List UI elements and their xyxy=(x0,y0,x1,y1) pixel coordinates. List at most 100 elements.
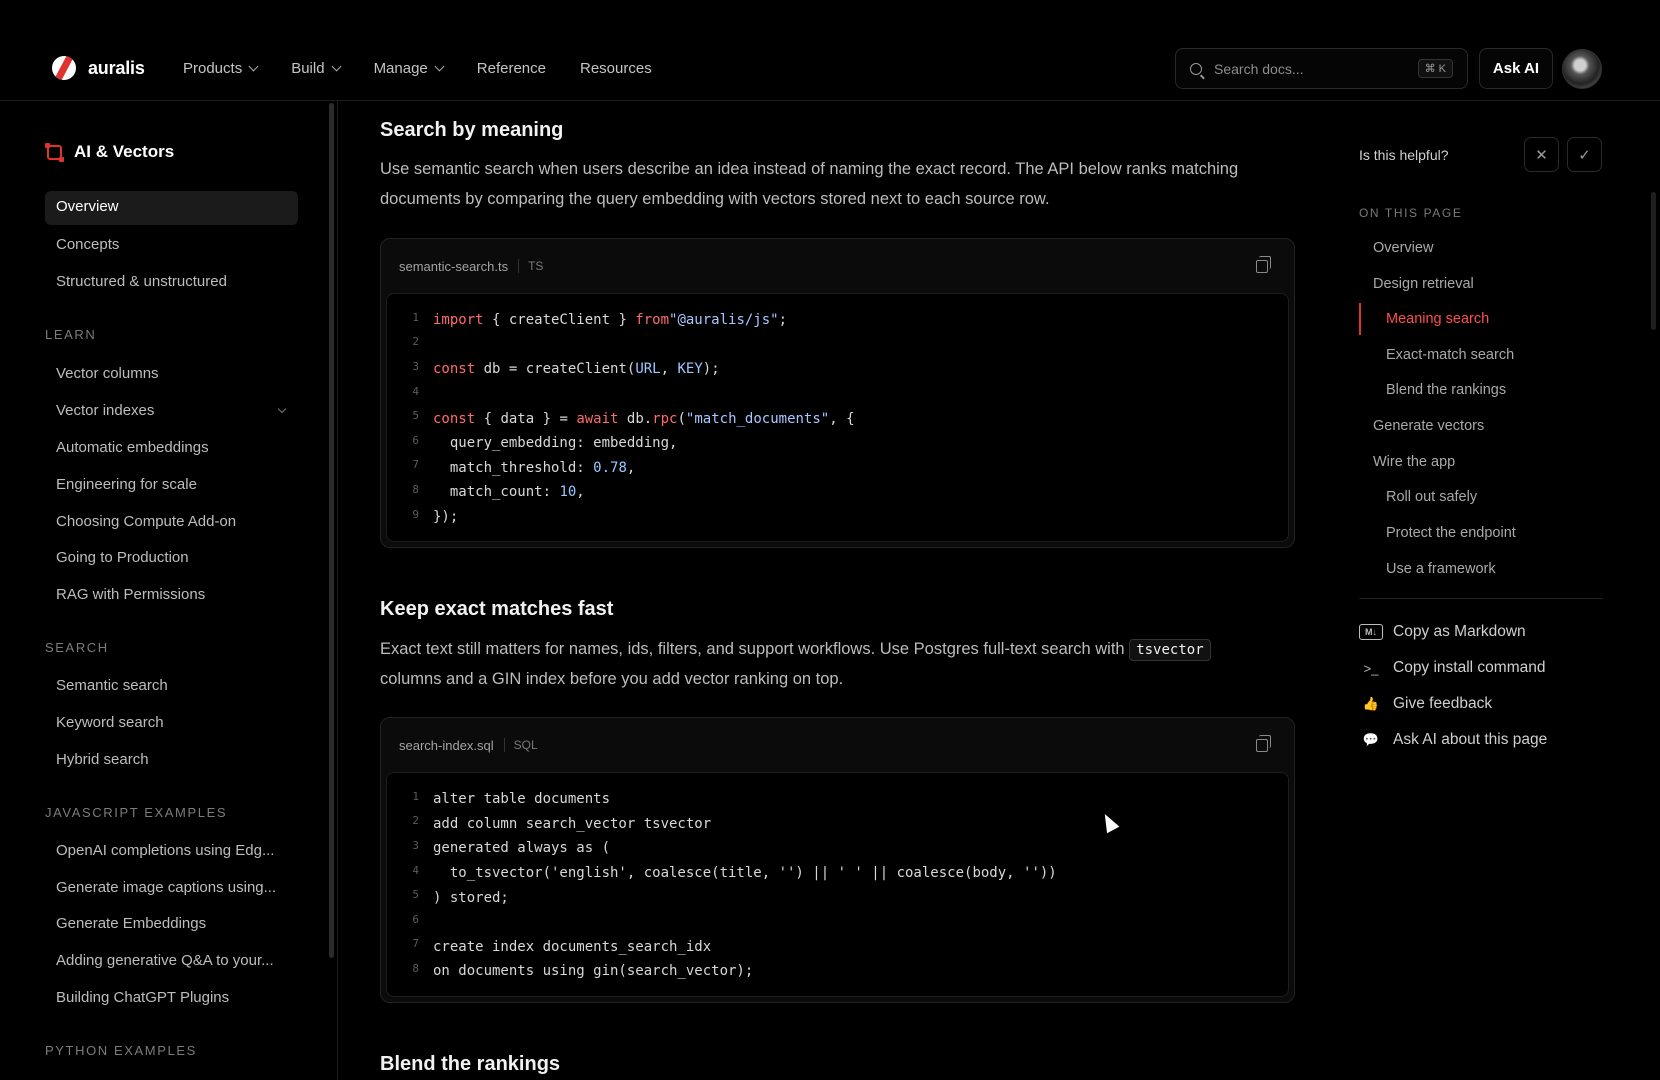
line-number: 6 xyxy=(412,912,419,926)
code-filename: semantic-search.ts xyxy=(399,258,509,274)
inline-code-tsvector: tsvector xyxy=(1129,639,1211,661)
code-filename: search-index.sql xyxy=(399,737,494,753)
paragraph-semantic: Use semantic search when users describe … xyxy=(380,160,1239,208)
sidebar-section-python: PYTHON EXAMPLES xyxy=(45,1043,197,1058)
toc-exact-match-search[interactable]: Exact-match search xyxy=(1386,347,1514,363)
sidebar-item-generative-qa[interactable]: Adding generative Q&A to your... xyxy=(56,952,274,969)
line-number: 8 xyxy=(412,961,419,975)
toc-meaning-search[interactable]: Meaning search xyxy=(1386,311,1489,327)
markdown-icon: M↓ xyxy=(1359,624,1383,640)
ask-ai-button[interactable]: Ask AI xyxy=(1479,48,1553,89)
brand-logo[interactable]: auralis xyxy=(52,56,145,80)
code-line: 7 create index documents_search_idx xyxy=(387,935,1288,960)
toc-overview[interactable]: Overview xyxy=(1373,240,1433,256)
code-line: 3 generated always as ( xyxy=(387,836,1288,861)
line-number: 4 xyxy=(412,384,419,398)
sidebar-item-structured[interactable]: Structured & unstructured xyxy=(56,273,227,290)
search-icon xyxy=(1190,62,1202,75)
toc-use-framework[interactable]: Use a framework xyxy=(1386,561,1496,577)
sidebar-item-openai-completions[interactable]: OpenAI completions using Edg... xyxy=(56,842,274,859)
toc-blend-rankings[interactable]: Blend the rankings xyxy=(1386,382,1506,398)
code-text: create index documents_search_idx xyxy=(433,938,712,955)
action-label: Ask AI about this page xyxy=(1393,731,1548,748)
code-line: 3 const db = createClient(URL, KEY); xyxy=(387,357,1288,382)
divider xyxy=(1359,598,1603,599)
docs-search[interactable]: ⌘ K xyxy=(1175,48,1468,89)
copy-icon[interactable] xyxy=(1256,255,1271,273)
sidebar-item-keyword-search[interactable]: Keyword search xyxy=(56,714,164,731)
code-body: 1 import { createClient } from "@auralis/… xyxy=(386,293,1289,543)
code-line: 8 match_count: 10, xyxy=(387,480,1288,505)
toc-wire-the-app[interactable]: Wire the app xyxy=(1373,454,1455,470)
toc-generate-vectors[interactable]: Generate vectors xyxy=(1373,418,1484,434)
line-number: 7 xyxy=(412,458,419,472)
action-label: Copy as Markdown xyxy=(1393,623,1526,640)
code-line: 4 to_tsvector('english', coalesce(title,… xyxy=(387,861,1288,886)
code-block-header: semantic-search.ts TS xyxy=(381,239,1294,293)
toc-protect-endpoint[interactable]: Protect the endpoint xyxy=(1386,525,1516,541)
ask-ai-page-action[interactable]: 💬 Ask AI about this page xyxy=(1359,731,1547,749)
code-line: 4 xyxy=(387,382,1288,407)
search-input[interactable] xyxy=(1214,60,1418,77)
nav-label: Products xyxy=(183,60,243,77)
line-number: 2 xyxy=(412,335,419,349)
line-number: 6 xyxy=(412,433,419,447)
sidebar-item-going-to-production[interactable]: Going to Production xyxy=(56,549,189,566)
code-line: 5) stored; xyxy=(387,885,1288,910)
code-line: 2 xyxy=(387,333,1288,358)
helpful-button[interactable]: ✓ xyxy=(1567,137,1602,172)
line-number: 1 xyxy=(412,789,419,803)
paragraph-text: Exact text still matters for names, ids,… xyxy=(380,640,1125,658)
nav-label: Manage xyxy=(373,60,428,77)
sidebar-item-chatgpt-plugins[interactable]: Building ChatGPT Plugins xyxy=(56,989,229,1006)
copy-install-action[interactable]: >_ Copy install command xyxy=(1359,659,1546,677)
code-block-header: search-index.sql SQL xyxy=(381,718,1294,772)
nav-manage[interactable]: Manage xyxy=(373,60,445,77)
action-label: Give feedback xyxy=(1393,695,1493,712)
sidebar-scrollbar[interactable] xyxy=(329,103,334,958)
sidebar-item-vector-columns[interactable]: Vector columns xyxy=(56,365,159,382)
sidebar-item-semantic-search[interactable]: Semantic search xyxy=(56,677,168,694)
sidebar-item-generate-embeddings[interactable]: Generate Embeddings xyxy=(56,915,206,932)
not-helpful-button[interactable]: ✕ xyxy=(1524,137,1559,172)
nav-resources[interactable]: Resources xyxy=(580,60,652,77)
on-this-page-title: ON THIS PAGE xyxy=(1359,206,1463,220)
sidebar-item-automatic-embeddings[interactable]: Automatic embeddings xyxy=(56,439,209,456)
toc-roll-out-safely[interactable]: Roll out safely xyxy=(1386,489,1477,505)
code-line: 8 on documents using gin(search_vector); xyxy=(387,959,1288,984)
give-feedback-action[interactable]: 👍 Give feedback xyxy=(1359,695,1492,713)
code-line: 7 match_threshold: 0.78, xyxy=(387,456,1288,481)
page-scrollbar[interactable] xyxy=(1651,192,1656,330)
line-number: 1 xyxy=(412,310,419,324)
toc-design-retrieval[interactable]: Design retrieval xyxy=(1373,276,1474,292)
helpful-prompt: Is this helpful? xyxy=(1359,147,1449,163)
sidebar-item-hybrid-search[interactable]: Hybrid search xyxy=(56,751,149,768)
nav-products[interactable]: Products xyxy=(183,60,259,77)
code-line: 5 const { data } = await db. rpc("match_do… xyxy=(387,406,1288,431)
sidebar-item-rag-with-permissions[interactable]: RAG with Permissions xyxy=(56,586,205,603)
sidebar-item-image-captions[interactable]: Generate image captions using... xyxy=(56,879,276,896)
heading-blend-rankings: Blend the rankings xyxy=(380,1053,561,1075)
sidebar-item-vector-indexes[interactable]: Vector indexes xyxy=(56,402,154,419)
chevron-down-icon xyxy=(434,61,445,72)
sidebar-section-javascript: JAVASCRIPT EXAMPLES xyxy=(45,805,228,820)
line-number: 8 xyxy=(412,482,419,496)
toc-active-indicator xyxy=(1359,303,1361,335)
line-number: 4 xyxy=(412,863,419,877)
avatar[interactable] xyxy=(1562,49,1602,89)
sidebar-item-compute-add-on[interactable]: Choosing Compute Add-on xyxy=(56,513,236,530)
sidebar-item-concepts[interactable]: Concepts xyxy=(56,236,119,253)
copy-icon[interactable] xyxy=(1256,734,1271,752)
nav-build[interactable]: Build xyxy=(291,60,342,77)
code-text: alter table documents xyxy=(433,791,611,808)
code-body: 1 alter table documents 2 add column searc… xyxy=(386,772,1289,997)
sidebar-item-overview[interactable]: Overview xyxy=(45,191,298,225)
sidebar-item-engineering-for-scale[interactable]: Engineering for scale xyxy=(56,476,197,493)
sidebar-title-text: AI & Vectors xyxy=(74,142,175,161)
copy-markdown-action[interactable]: M↓ Copy as Markdown xyxy=(1359,623,1526,641)
nav-label: Resources xyxy=(580,60,652,77)
top-navigation: auralis Products Build Manage Reference … xyxy=(0,0,1660,101)
sidebar-section-learn: LEARN xyxy=(45,327,97,342)
nav-reference[interactable]: Reference xyxy=(477,60,546,77)
chevron-down-icon xyxy=(331,61,342,72)
